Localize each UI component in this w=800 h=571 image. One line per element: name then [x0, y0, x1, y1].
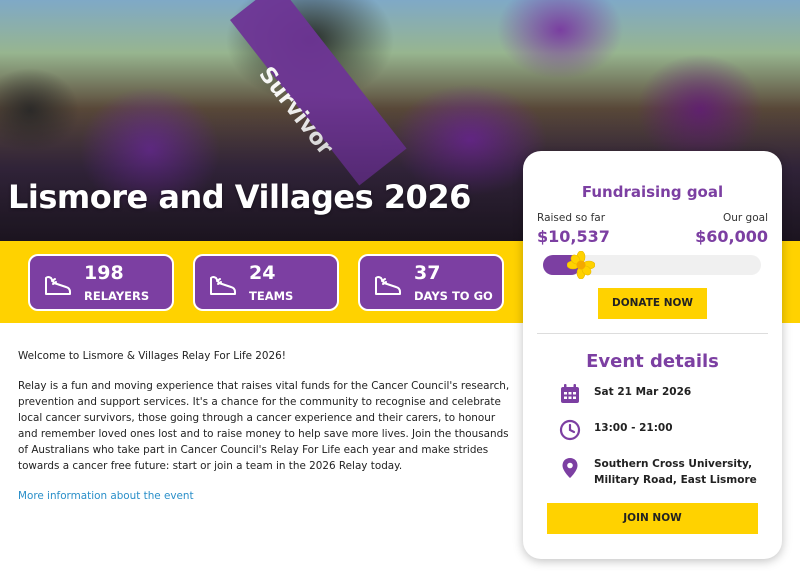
stat-teams: 24 TEAMS	[193, 254, 339, 311]
stat-label: TEAMS	[249, 289, 294, 303]
page-title: Lismore and Villages 2026	[8, 178, 471, 216]
event-description: Welcome to Lismore & Villages Relay For …	[18, 348, 513, 504]
fundraising-title: Fundraising goal	[581, 183, 724, 201]
calendar-icon	[561, 384, 579, 403]
daffodil-icon	[567, 251, 595, 279]
goal-value: $60,000	[695, 227, 768, 246]
goal-label: Our goal	[722, 212, 768, 224]
event-date-text: Sat 21 Mar 2026	[594, 386, 692, 398]
fundraising-card: Fundraising goal Raised so far Our goal …	[523, 151, 782, 559]
stat-label: DAYS TO GO	[414, 289, 493, 303]
donate-button[interactable]: DONATE NOW	[598, 288, 707, 319]
map-pin-icon	[562, 458, 578, 478]
raised-label: Raised so far	[537, 212, 606, 224]
progress-bar	[543, 251, 761, 279]
event-time-text: 13:00 - 21:00	[594, 422, 673, 434]
event-location-line2: Military Road, East Lismore	[594, 474, 757, 486]
body-text: Relay is a fun and moving experience tha…	[18, 380, 510, 472]
shoe-icon	[375, 276, 401, 295]
sash-text: Survivor	[253, 62, 338, 161]
shoe-icon	[210, 276, 236, 295]
event-details-title: Event details	[586, 351, 719, 372]
shoe-icon	[45, 276, 71, 295]
divider	[537, 333, 768, 334]
more-info-link[interactable]: More information about the event	[18, 490, 194, 502]
clock-icon	[559, 419, 581, 441]
join-now-button[interactable]: JOIN NOW	[547, 503, 758, 534]
stat-relayers: 198 RELAYERS	[28, 254, 174, 311]
event-location-line1: Southern Cross University,	[594, 458, 753, 470]
stat-label: RELAYERS	[84, 289, 150, 303]
stat-value: 24	[249, 262, 276, 284]
stat-value: 198	[84, 262, 124, 284]
stat-days-to-go: 37 DAYS TO GO	[358, 254, 504, 311]
welcome-text: Welcome to Lismore & Villages Relay For …	[18, 350, 286, 362]
raised-value: $10,537	[537, 227, 610, 246]
stat-value: 37	[414, 262, 441, 284]
survivor-sash: Survivor	[230, 0, 407, 186]
